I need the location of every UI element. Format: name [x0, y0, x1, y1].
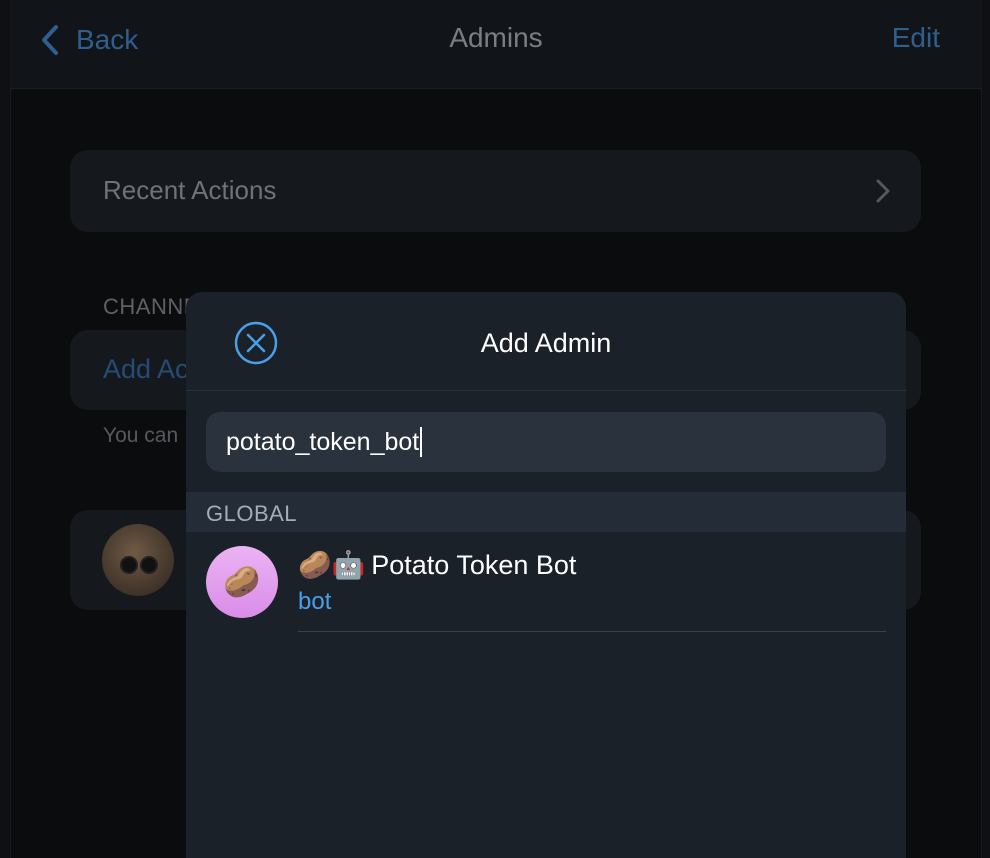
result-divider: [298, 631, 886, 632]
text-cursor: [420, 427, 423, 457]
navigation-bar: Back Admins Edit: [10, 0, 982, 89]
result-name: 🥔🤖 Potato Token Bot: [298, 549, 576, 581]
search-result-item[interactable]: 🥔 🥔🤖 Potato Token Bot bot: [186, 532, 906, 632]
avatar: [102, 524, 174, 596]
modal-title: Add Admin: [480, 328, 612, 358]
global-section-header: GLOBAL: [186, 492, 906, 532]
page-title: Admins: [449, 22, 543, 53]
result-subtitle: bot: [298, 588, 332, 615]
search-input[interactable]: potato_token_bot: [206, 412, 886, 472]
global-section-label: GLOBAL: [206, 501, 298, 526]
app-window: Back Admins Edit Recent Actions CHANNE A…: [0, 0, 990, 858]
chevron-right-icon: [876, 179, 890, 203]
result-emoji-prefix: 🥔🤖: [298, 550, 366, 580]
bot-avatar: 🥔: [206, 546, 278, 618]
avatar-detail: [140, 556, 158, 574]
left-edge-panel: [0, 0, 11, 858]
section-footnote: You can: [103, 424, 179, 447]
recent-actions-row[interactable]: Recent Actions: [70, 150, 921, 232]
add-admin-label: Add Ac: [103, 354, 189, 384]
right-edge-panel: [981, 0, 990, 858]
result-name-text: Potato Token Bot: [371, 550, 577, 580]
channel-section-title: CHANNE: [103, 294, 199, 319]
search-input-value: potato_token_bot: [226, 427, 420, 456]
edit-button[interactable]: Edit: [892, 22, 940, 54]
modal-header: Add Admin: [186, 292, 906, 391]
avatar-detail: [120, 556, 138, 574]
add-admin-modal: Add Admin potato_token_bot GLOBAL 🥔 🥔🤖 Po…: [186, 292, 906, 858]
recent-actions-label: Recent Actions: [103, 175, 277, 205]
potato-avatar-icon: 🥔: [223, 565, 261, 599]
